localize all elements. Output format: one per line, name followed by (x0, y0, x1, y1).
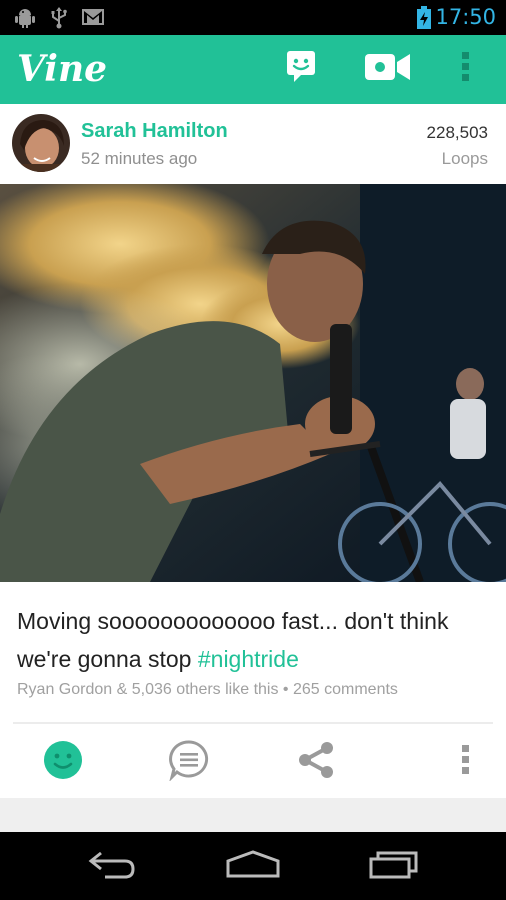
hashtag-link[interactable]: #nightride (198, 646, 299, 672)
loops-count: 228,503 (426, 123, 488, 142)
gmail-icon (81, 7, 105, 32)
post-caption: Moving sooooooooooooo fast... don't thin… (17, 602, 487, 678)
more-options-button[interactable] (436, 732, 496, 792)
comment-button[interactable] (159, 732, 219, 792)
likes-comments-line[interactable]: Ryan Gordon & 5,036 others like this • 2… (17, 681, 398, 699)
battery-charging-icon (416, 6, 432, 35)
loops-label: Loops (441, 149, 488, 168)
status-time: 17:50 (435, 5, 496, 29)
action-bar: Vine (0, 35, 506, 104)
video-camera-icon (364, 52, 412, 87)
like-icon (42, 739, 84, 786)
chat-face-button[interactable] (276, 35, 326, 104)
status-bar: 17:50 (0, 0, 506, 35)
post-time: 52 minutes ago (81, 149, 198, 168)
usb-icon (50, 7, 68, 34)
svg-text:Vine: Vine (17, 48, 107, 90)
video-player[interactable] (0, 184, 506, 582)
divider (13, 722, 493, 724)
back-button[interactable] (62, 832, 162, 900)
record-video-button[interactable] (358, 35, 418, 104)
overflow-menu-button[interactable] (448, 35, 484, 104)
comment-icon (168, 739, 210, 786)
avatar[interactable] (12, 114, 70, 172)
navigation-bar (0, 832, 506, 900)
recents-button[interactable] (344, 832, 444, 900)
back-icon (87, 849, 137, 884)
android-debug-icon (14, 7, 36, 34)
author-name[interactable]: Sarah Hamilton (81, 120, 228, 143)
share-icon (296, 740, 336, 785)
like-button[interactable] (33, 732, 93, 792)
share-button[interactable] (286, 732, 346, 792)
recents-icon (368, 849, 420, 884)
more-icon (461, 744, 471, 781)
home-icon (225, 849, 281, 884)
home-button[interactable] (203, 832, 303, 900)
overflow-menu-icon (461, 51, 471, 88)
vine-logo[interactable]: Vine (17, 47, 117, 96)
post-header: Sarah Hamilton 52 minutes ago 228,503 Lo… (0, 104, 506, 184)
chat-face-icon (286, 50, 316, 89)
post-body: Moving sooooooooooooo fast... don't thin… (0, 582, 506, 798)
